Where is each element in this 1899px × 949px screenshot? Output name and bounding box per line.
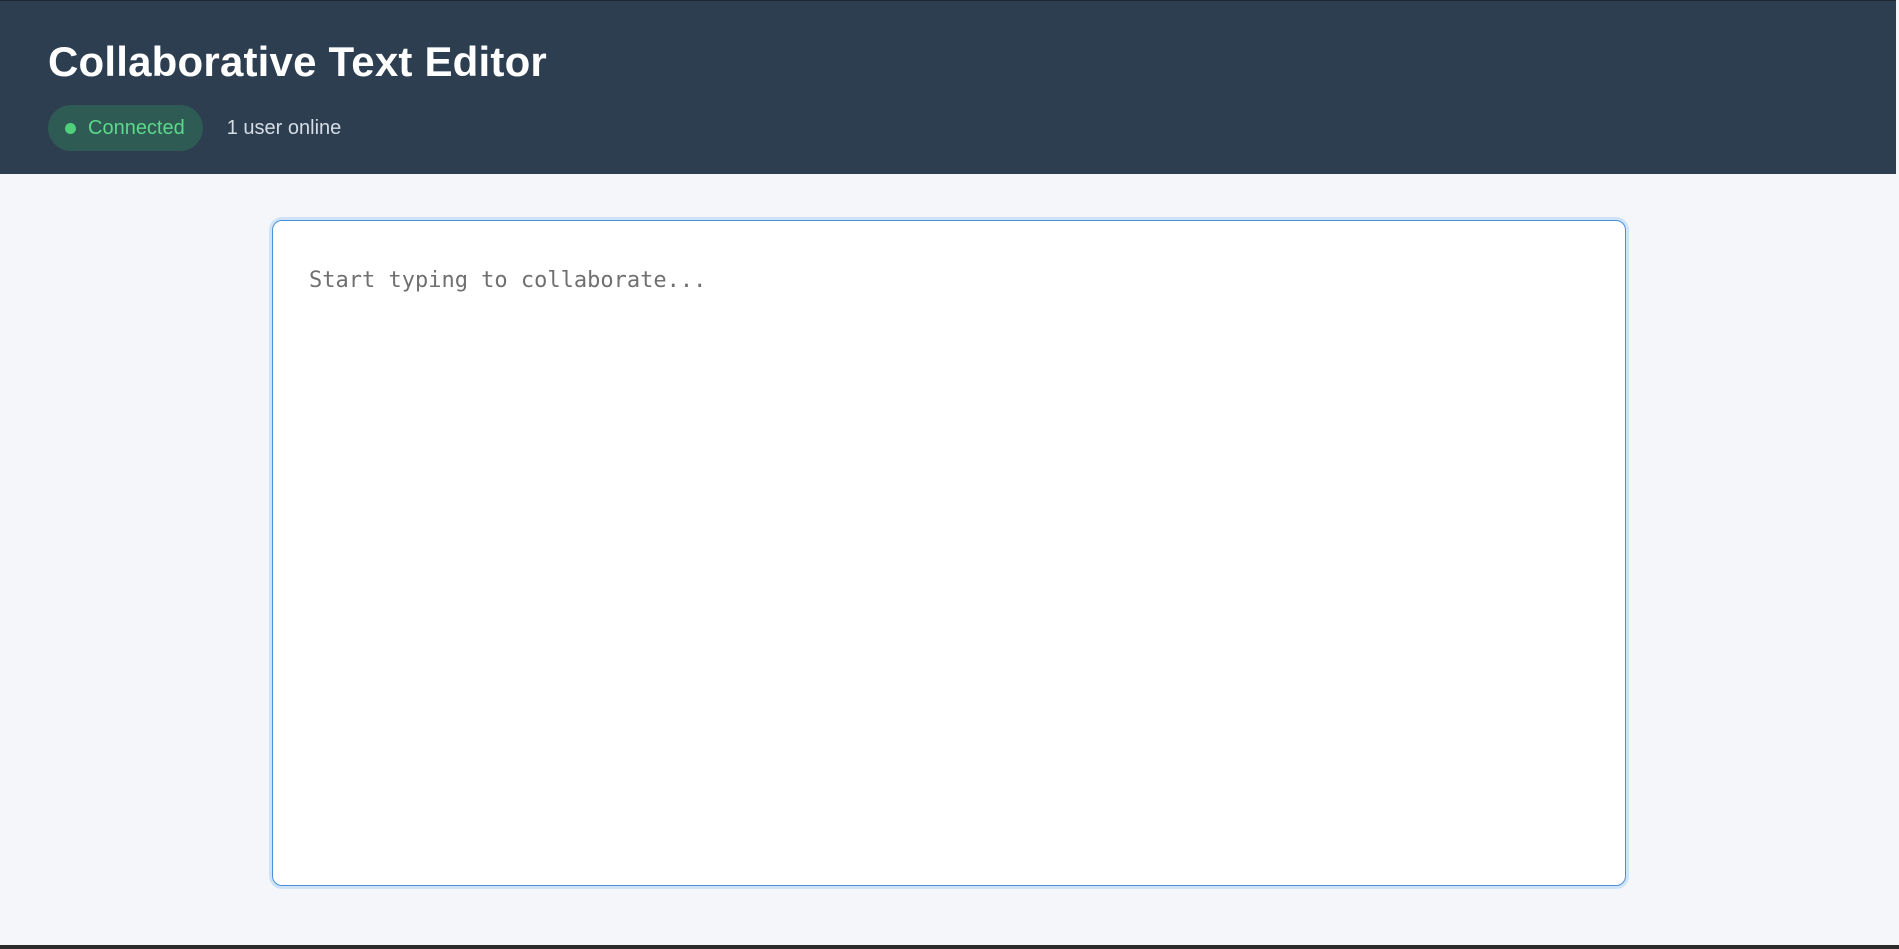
text-editor-input[interactable] (272, 220, 1626, 886)
app-window: Collaborative Text Editor Connected 1 us… (0, 0, 1899, 949)
status-dot-icon (65, 122, 76, 134)
connection-status-badge: Connected (48, 105, 203, 151)
window-bottom-edge (0, 945, 1899, 949)
app-header: Collaborative Text Editor Connected 1 us… (0, 0, 1896, 174)
editor-container (272, 220, 1626, 886)
connection-status-label: Connected (88, 117, 185, 139)
users-online-count: 1 user online (226, 116, 342, 139)
page-title: Collaborative Text Editor (48, 38, 547, 85)
status-bar: Connected 1 user online (48, 105, 341, 151)
